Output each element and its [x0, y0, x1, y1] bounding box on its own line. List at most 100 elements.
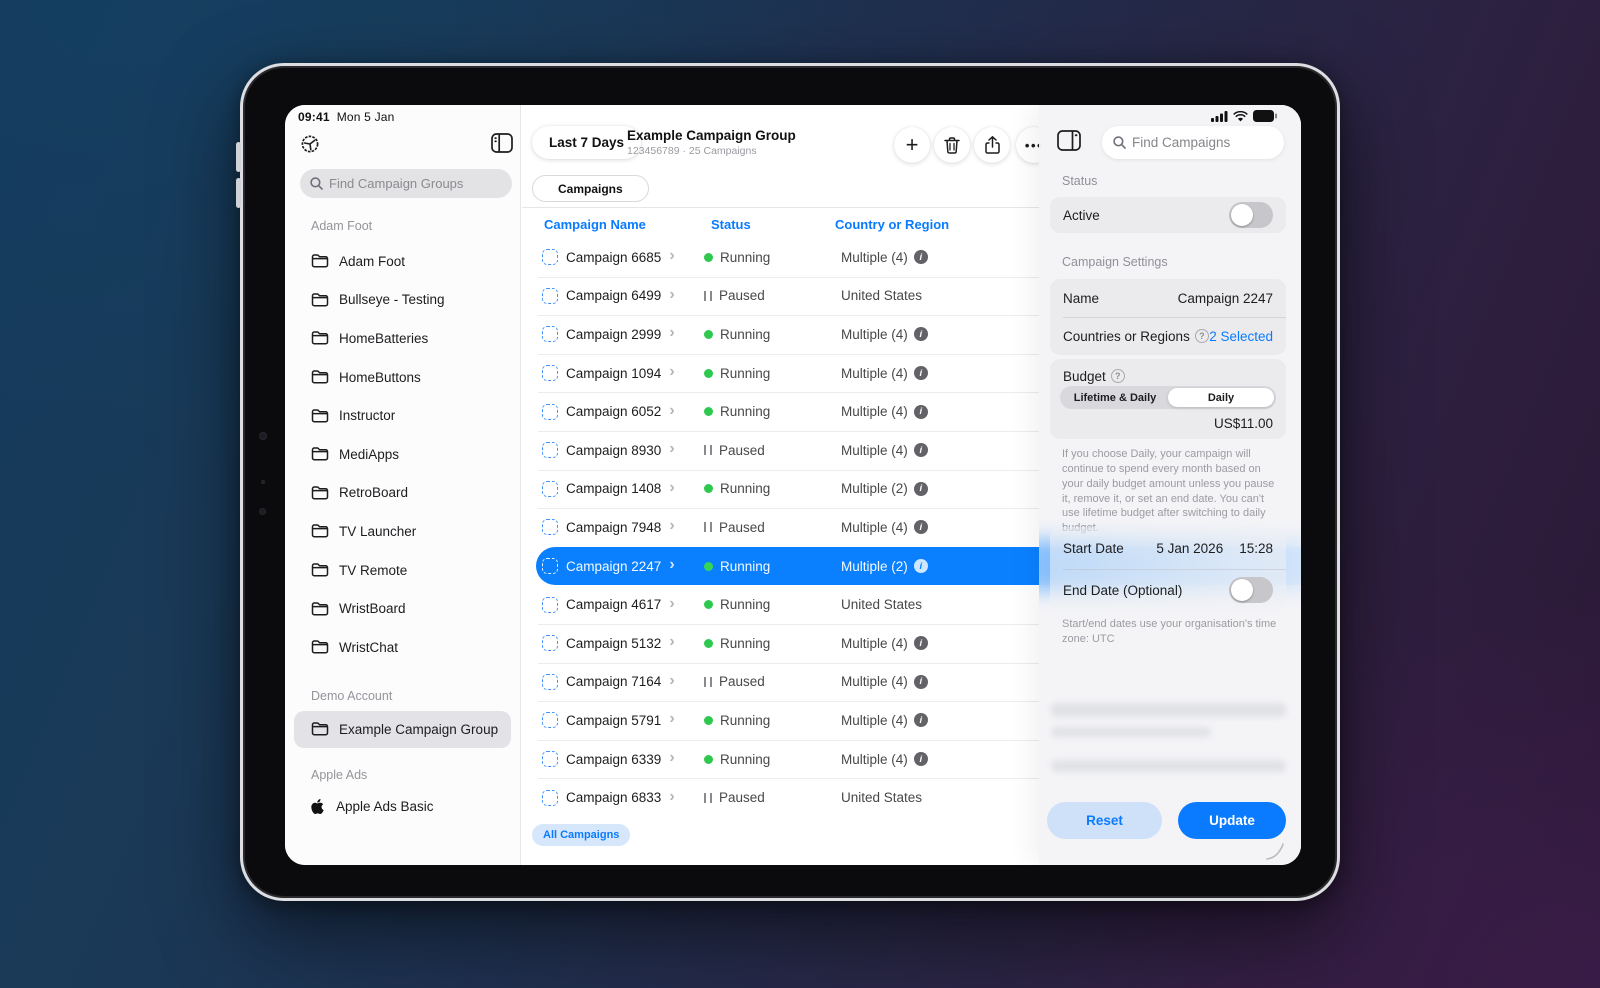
sidebar-item-campaign-group[interactable]: HomeButtons — [285, 358, 520, 397]
campaign-name: Campaign 6499 — [566, 288, 661, 303]
status-text: Paused — [719, 520, 765, 535]
budget-amount[interactable]: US$11.00 — [1214, 416, 1273, 431]
info-icon[interactable]: i — [914, 636, 928, 650]
sidebar-item-campaign-group[interactable]: TV Launcher — [285, 512, 520, 551]
row-select-checkbox[interactable] — [542, 481, 558, 497]
update-button[interactable]: Update — [1178, 802, 1286, 839]
info-icon[interactable]: i — [914, 559, 928, 573]
sidebar-item-campaign-group[interactable]: RetroBoard — [285, 474, 520, 513]
wifi-icon — [1233, 111, 1248, 122]
page-title: Example Campaign Group — [627, 128, 796, 143]
sidebar-item-campaign-group[interactable]: HomeBatteries — [285, 319, 520, 358]
tab-campaigns[interactable]: Campaigns — [532, 175, 649, 202]
countries-row[interactable]: Countries or Regions ? 2 Selected — [1050, 317, 1286, 355]
info-icon[interactable]: i — [914, 250, 928, 264]
info-icon[interactable]: i — [914, 713, 928, 727]
start-time-value[interactable]: 15:28 — [1239, 541, 1273, 556]
folder-icon — [311, 254, 329, 268]
column-header-campaign-name[interactable]: Campaign Name — [544, 217, 646, 232]
delete-button[interactable] — [934, 127, 970, 163]
row-select-checkbox[interactable] — [542, 790, 558, 806]
date-range-button[interactable]: Last 7 Days — [532, 126, 641, 159]
folder-icon — [311, 293, 329, 307]
app-logo-icon — [300, 134, 320, 154]
name-value[interactable]: Campaign 2247 — [1178, 291, 1273, 306]
column-header-country[interactable]: Country or Region — [835, 217, 949, 232]
row-select-checkbox[interactable] — [542, 249, 558, 265]
sidebar-item-campaign-group[interactable]: Adam Foot — [285, 242, 520, 281]
search-placeholder: Find Campaigns — [1132, 135, 1230, 150]
share-button[interactable] — [974, 127, 1010, 163]
all-campaigns-badge[interactable]: All Campaigns — [532, 824, 630, 846]
search-icon — [310, 177, 323, 190]
end-date-row[interactable]: End Date (Optional) — [1050, 569, 1286, 611]
info-icon[interactable]: i — [914, 482, 928, 496]
add-button[interactable]: + — [894, 127, 930, 163]
info-icon[interactable]: i — [914, 405, 928, 419]
campaign-groups-search-input[interactable]: Find Campaign Groups — [300, 169, 512, 198]
sidebar-item-label: Instructor — [339, 408, 395, 423]
row-select-checkbox[interactable] — [542, 558, 558, 574]
row-select-checkbox[interactable] — [542, 674, 558, 690]
status-icon — [704, 522, 712, 532]
chevron-right-icon: › — [669, 518, 674, 534]
status-icon — [704, 445, 712, 455]
info-icon[interactable]: i — [914, 327, 928, 341]
sidebar-item-label: Bullseye - Testing — [339, 292, 445, 307]
end-date-toggle[interactable] — [1229, 577, 1273, 603]
row-select-checkbox[interactable] — [542, 288, 558, 304]
segment-lifetime-daily[interactable]: Lifetime & Daily — [1062, 388, 1168, 407]
info-icon[interactable]: i — [914, 520, 928, 534]
chevron-right-icon: › — [669, 750, 674, 766]
row-select-checkbox[interactable] — [542, 751, 558, 767]
name-label: Name — [1063, 291, 1099, 306]
start-date-value[interactable]: 5 Jan 2026 — [1156, 541, 1223, 556]
country-text: Multiple (4) — [841, 250, 908, 265]
sidebar-toggle-icon[interactable] — [491, 133, 513, 153]
row-select-checkbox[interactable] — [542, 597, 558, 613]
campaigns-search-input[interactable]: Find Campaigns — [1102, 126, 1284, 159]
help-icon[interactable]: ? — [1111, 369, 1125, 383]
sidebar-item-campaign-group[interactable]: Bullseye - Testing — [285, 281, 520, 320]
country-text: Multiple (4) — [841, 404, 908, 419]
chevron-right-icon: › — [669, 557, 674, 573]
countries-value[interactable]: 2 Selected — [1209, 329, 1273, 344]
row-select-checkbox[interactable] — [542, 635, 558, 651]
start-date-row[interactable]: Start Date 5 Jan 2026 15:28 — [1050, 527, 1286, 569]
info-icon[interactable]: i — [914, 366, 928, 380]
row-select-checkbox[interactable] — [542, 519, 558, 535]
status-icon — [704, 253, 713, 262]
status-text: Running — [720, 481, 770, 496]
chevron-right-icon: › — [669, 441, 674, 457]
info-icon[interactable]: i — [914, 752, 928, 766]
sidebar-item-campaign-group[interactable]: TV Remote — [285, 551, 520, 590]
sidebar-item-example-campaign-group[interactable]: Example Campaign Group — [294, 711, 511, 748]
row-select-checkbox[interactable] — [542, 326, 558, 342]
chevron-right-icon: › — [669, 634, 674, 650]
page-subtitle: 123456789 · 25 Campaigns — [627, 145, 796, 157]
column-header-status[interactable]: Status — [711, 217, 751, 232]
settings-card: Name Campaign 2247 Countries or Regions … — [1050, 279, 1286, 355]
help-icon[interactable]: ? — [1195, 329, 1209, 343]
info-icon[interactable]: i — [914, 675, 928, 689]
active-toggle[interactable] — [1229, 202, 1273, 228]
folder-icon — [311, 331, 329, 345]
sidebar-item-campaign-group[interactable]: WristBoard — [285, 589, 520, 628]
row-select-checkbox[interactable] — [542, 712, 558, 728]
reset-button[interactable]: Reset — [1047, 802, 1162, 839]
clock: 09:41Mon 5 Jan — [298, 110, 395, 124]
row-select-checkbox[interactable] — [542, 365, 558, 381]
sidebar-item-campaign-group[interactable]: MediApps — [285, 435, 520, 474]
timezone-note: Start/end dates use your organisation's … — [1062, 617, 1284, 647]
segment-daily[interactable]: Daily — [1168, 388, 1274, 407]
budget-label: Budget — [1063, 369, 1106, 384]
info-icon[interactable]: i — [914, 443, 928, 457]
sidebar-item-campaign-group[interactable]: WristChat — [285, 628, 520, 667]
settings-section-header: Campaign Settings — [1062, 255, 1168, 269]
sidebar-item-campaign-group[interactable]: Instructor — [285, 396, 520, 435]
row-select-checkbox[interactable] — [542, 404, 558, 420]
name-row[interactable]: Name Campaign 2247 — [1050, 279, 1286, 317]
sidebar-item-apple-ads-basic[interactable]: Apple Ads Basic — [285, 788, 520, 827]
panel-toggle-icon[interactable] — [1057, 130, 1081, 151]
row-select-checkbox[interactable] — [542, 442, 558, 458]
